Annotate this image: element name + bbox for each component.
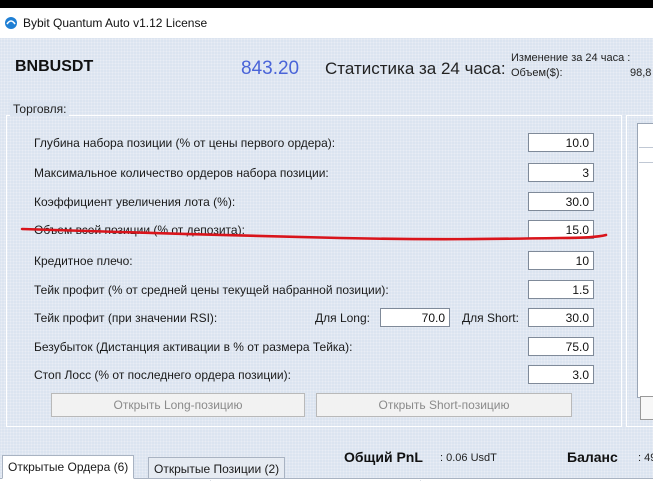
stop-loss-input[interactable]: 3.0 <box>528 365 594 384</box>
depth-input[interactable]: 10.0 <box>528 133 594 152</box>
take-profit-rsi-label: Тейк профит (при значении RSI): <box>34 311 218 325</box>
leverage-label: Кредитное плечо: <box>34 254 133 268</box>
leverage-input[interactable]: 10 <box>528 251 594 270</box>
side-list-row[interactable] <box>639 147 653 163</box>
side-button[interactable] <box>640 396 653 420</box>
tab-open-orders[interactable]: Открытые Ордера (6) <box>2 455 135 479</box>
tab-open-positions[interactable]: Открытые Позиции (2) <box>148 457 286 479</box>
rsi-short-input[interactable]: 30.0 <box>528 308 594 327</box>
price-value: 843.20 <box>241 58 300 79</box>
stop-loss-label: Стоп Лосс (% от последнего ордера позици… <box>34 368 291 382</box>
symbol-label: BNBUSDT <box>15 58 94 75</box>
rsi-long-input[interactable]: 70.0 <box>380 308 450 327</box>
take-profit-avg-input[interactable]: 1.5 <box>528 280 594 299</box>
app-icon <box>4 16 18 30</box>
title-bar: Bybit Quantum Auto v1.12 License <box>0 8 653 38</box>
take-profit-avg-label: Тейк профит (% от средней цены текущей н… <box>34 283 389 297</box>
lot-multiplier-input[interactable]: 30.0 <box>528 192 594 211</box>
breakeven-input[interactable]: 75.0 <box>528 337 594 356</box>
breakeven-label: Безубыток (Дистанция активации в % от ра… <box>34 340 353 354</box>
stats-24h-title: Статистика за 24 часа: <box>325 59 506 78</box>
trading-group-title: Торговля: <box>10 102 70 116</box>
balance-label: Баланс <box>567 449 618 465</box>
rsi-long-label: Для Long: <box>315 311 370 325</box>
max-orders-input[interactable]: 3 <box>528 163 594 182</box>
position-volume-label: Объем всей позиции (% от депозита): <box>34 223 245 237</box>
volume-value: 98,8 <box>630 67 652 79</box>
window-title: Bybit Quantum Auto v1.12 License <box>23 16 208 30</box>
balance-value: : 49 <box>638 452 653 464</box>
open-short-button[interactable]: Открыть Short-позицию <box>316 393 572 417</box>
volume-label: Объем($): <box>511 67 563 79</box>
pnl-label: Общий PnL <box>344 449 423 465</box>
side-list[interactable] <box>637 123 653 398</box>
rsi-short-label: Для Short: <box>462 311 519 325</box>
app-window: Bybit Quantum Auto v1.12 License BNBUSDT… <box>0 8 653 481</box>
open-long-button[interactable]: Открыть Long-позицию <box>51 393 305 417</box>
pnl-value: : 0.06 UsdT <box>440 452 497 464</box>
max-orders-label: Максимальное количество ордеров набора п… <box>34 166 329 180</box>
lot-multiplier-label: Коэффициент увеличения лота (%): <box>34 195 236 209</box>
depth-label: Глубина набора позиции (% от цены первог… <box>34 136 336 150</box>
position-volume-input[interactable]: 15.0 <box>528 220 594 239</box>
change-24h-label: Изменение за 24 часа : <box>511 52 631 64</box>
